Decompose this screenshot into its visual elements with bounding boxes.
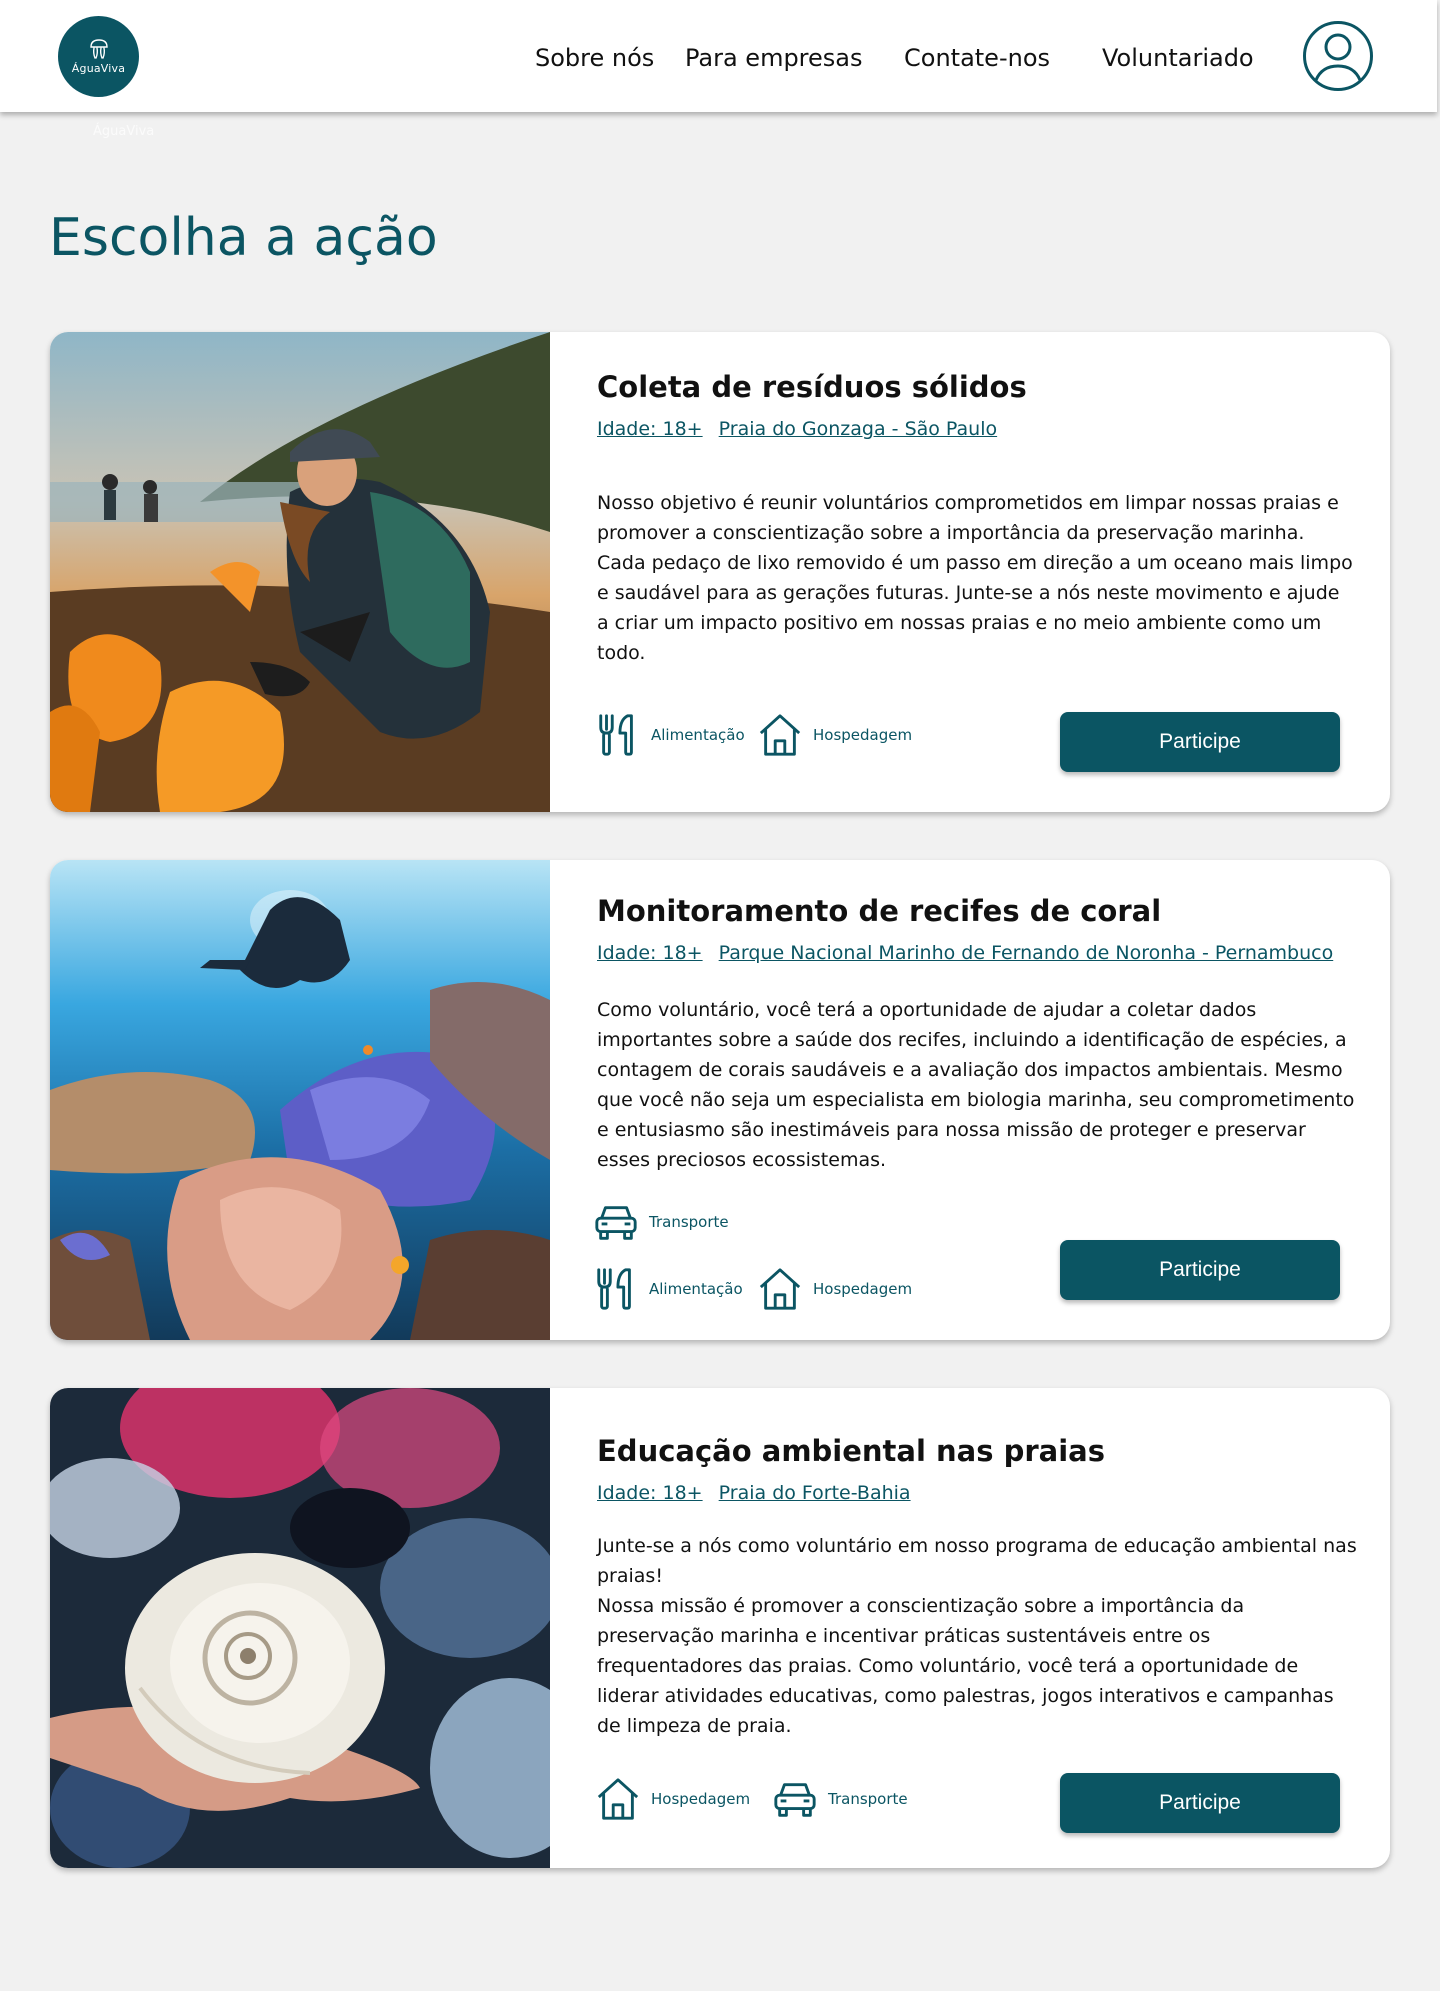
nav-sobre-nos[interactable]: Sobre nós xyxy=(535,44,654,72)
logo-ghost-text: ÁguaViva xyxy=(93,124,155,139)
page-title: Escolha a ação xyxy=(49,208,438,268)
action-card-coral-reef: Monitoramento de recifes de coral Idade:… xyxy=(50,860,1390,1340)
action-card-beach-education: Educação ambiental nas praias Idade: 18+… xyxy=(50,1388,1390,1868)
action-description: Como voluntário, você terá a oportunidad… xyxy=(597,999,1355,1171)
fork-knife-icon xyxy=(595,712,641,758)
amenity-label: Alimentação xyxy=(649,1280,743,1298)
user-circle-icon[interactable] xyxy=(1302,20,1374,92)
participe-button[interactable]: Participe xyxy=(1060,1773,1340,1833)
amenity-label: Hospedagem xyxy=(813,1280,913,1298)
car-icon xyxy=(772,1776,818,1822)
action-title: Monitoramento de recifes de coral xyxy=(597,894,1162,928)
amenity-label: Transporte xyxy=(828,1790,908,1808)
action-description: Nosso objetivo é reunir voluntários comp… xyxy=(597,492,1353,664)
amenity-label: Hospedagem xyxy=(813,726,913,744)
amenity-hospedagem: Hospedagem xyxy=(757,1266,912,1312)
amenity-label: Alimentação xyxy=(651,726,745,744)
action-title: Coleta de resíduos sólidos xyxy=(597,370,1027,404)
nav-voluntariado[interactable]: Voluntariado xyxy=(1102,44,1254,72)
age-requirement-link[interactable]: Idade: 18+ xyxy=(597,942,703,964)
jellyfish-icon xyxy=(89,39,108,59)
action-meta: Idade: 18+ Praia do Forte-Bahia xyxy=(597,1482,921,1504)
amenity-label: Hospedagem xyxy=(651,1790,751,1808)
house-icon xyxy=(757,1266,803,1312)
nav-contate-nos[interactable]: Contate-nos xyxy=(904,44,1050,72)
house-icon xyxy=(595,1776,641,1822)
action-description: Junte-se a nós como voluntário em nosso … xyxy=(597,1535,1357,1737)
photo-coral-reef-diver xyxy=(50,860,550,1340)
top-navbar: ÁguaViva Sobre nós Para empresas Contate… xyxy=(0,0,1437,112)
location-link[interactable]: Praia do Forte-Bahia xyxy=(719,1482,911,1504)
amenity-label: Transporte xyxy=(649,1213,729,1231)
action-meta: Idade: 18+ Parque Nacional Marinho de Fe… xyxy=(597,942,1343,964)
participe-button[interactable]: Participe xyxy=(1060,1240,1340,1300)
participe-button[interactable]: Participe xyxy=(1060,712,1340,772)
photo-beach-cleanup xyxy=(50,332,550,812)
action-title: Educação ambiental nas praias xyxy=(597,1434,1105,1468)
amenity-alimentacao: Alimentação xyxy=(593,1266,743,1312)
amenity-transporte: Transporte xyxy=(593,1199,729,1245)
logo-text: ÁguaViva xyxy=(71,62,126,75)
age-requirement-link[interactable]: Idade: 18+ xyxy=(597,418,703,440)
amenity-transporte: Transporte xyxy=(772,1776,908,1822)
fork-knife-icon xyxy=(593,1266,639,1312)
age-requirement-link[interactable]: Idade: 18+ xyxy=(597,1482,703,1504)
car-icon xyxy=(593,1199,639,1245)
location-link[interactable]: Parque Nacional Marinho de Fernando de N… xyxy=(719,942,1334,964)
action-card-beach-cleanup: Coleta de resíduos sólidos Idade: 18+ Pr… xyxy=(50,332,1390,812)
amenity-alimentacao: Alimentação xyxy=(595,712,745,758)
nav-para-empresas[interactable]: Para empresas xyxy=(685,44,863,72)
photo-seashell-in-hand xyxy=(50,1388,550,1868)
aguaviva-logo[interactable]: ÁguaViva xyxy=(58,16,139,97)
location-link[interactable]: Praia do Gonzaga - São Paulo xyxy=(719,418,997,440)
amenity-hospedagem: Hospedagem xyxy=(757,712,912,758)
house-icon xyxy=(757,712,803,758)
amenity-hospedagem: Hospedagem xyxy=(595,1776,750,1822)
action-meta: Idade: 18+ Praia do Gonzaga - São Paulo xyxy=(597,418,1007,440)
